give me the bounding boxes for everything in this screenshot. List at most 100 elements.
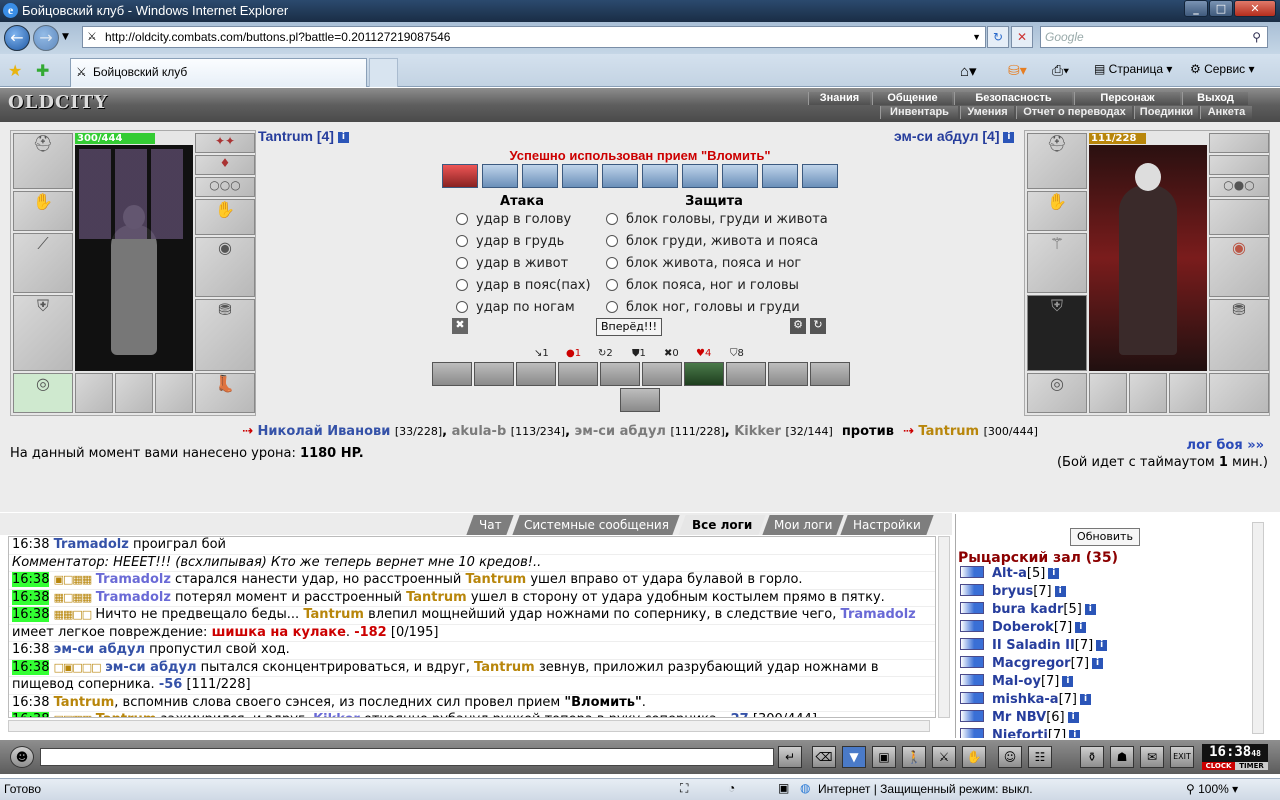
defense-option[interactable]: блок головы, груди и живота <box>606 212 828 227</box>
ability-button[interactable] <box>516 362 556 386</box>
character-icon[interactable]: ☗ <box>1110 746 1134 768</box>
weapon-slot[interactable]: ⟋ <box>13 233 73 293</box>
menu-social[interactable]: Общение <box>872 92 952 105</box>
menu-inventory[interactable]: Инвентарь <box>880 106 958 119</box>
tools-menu[interactable]: ⚙ Сервис ▾ <box>1190 62 1255 76</box>
page-menu[interactable]: ▤ Страница ▾ <box>1094 62 1172 76</box>
rune-slot-3[interactable] <box>1169 373 1207 413</box>
menu-skills[interactable]: Умения <box>960 106 1014 119</box>
player-list-item[interactable]: Mr NBV[6] i <box>960 710 1079 725</box>
player-name[interactable]: Macgregor <box>992 656 1071 671</box>
smile-face-icon[interactable]: ☻ <box>10 746 34 768</box>
radio-icon[interactable] <box>456 235 468 247</box>
info-icon[interactable]: i <box>1054 586 1066 597</box>
ability-button[interactable] <box>684 362 724 386</box>
ability-button[interactable] <box>474 362 514 386</box>
walk-icon[interactable]: 🚶 <box>902 746 926 768</box>
ability-button[interactable] <box>432 362 472 386</box>
player-left-name[interactable]: Tantrum [4] i <box>258 128 349 144</box>
player-list-item[interactable]: Macgregor[7] i <box>960 656 1104 671</box>
radio-icon[interactable] <box>606 235 618 247</box>
player-name[interactable]: Mr NBV <box>992 710 1046 725</box>
shield-slot[interactable]: ◉ <box>1209 237 1269 297</box>
info-icon[interactable]: i <box>1092 658 1104 669</box>
radio-icon[interactable] <box>456 279 468 291</box>
shield-slot[interactable]: ◉ <box>195 237 255 297</box>
info-icon[interactable]: i <box>1069 730 1081 738</box>
private-arrow-icon[interactable] <box>960 728 984 738</box>
chat-vertical-scrollbar[interactable] <box>938 536 950 718</box>
player-name-link[interactable]: Tantrum <box>91 712 157 717</box>
room-scrollbar[interactable] <box>1252 522 1264 734</box>
attack-option[interactable]: удар в пояс(пах) <box>456 278 591 293</box>
filter-icon[interactable]: ▼ <box>842 746 866 768</box>
battle-log-link[interactable]: лог боя »» <box>1187 438 1264 453</box>
player-name-link[interactable]: Tantrum <box>474 660 535 675</box>
zoom-control[interactable]: ⚲ 100% ▾ <box>1186 782 1238 796</box>
defense-option[interactable]: блок пояса, ног и головы <box>606 278 799 293</box>
exit-icon[interactable]: EXIT <box>1170 746 1194 768</box>
cancel-icon[interactable]: ✖ <box>452 318 468 334</box>
auto-icon[interactable]: ⚙ <box>790 318 806 334</box>
private-arrow-icon[interactable] <box>960 710 984 722</box>
private-arrow-icon[interactable] <box>960 602 984 614</box>
private-arrow-icon[interactable] <box>960 692 984 704</box>
player-name-link[interactable]: Tramadolz <box>54 537 129 552</box>
participant-name[interactable]: эм-си абдул <box>575 424 666 439</box>
info-icon[interactable]: i <box>1096 640 1108 651</box>
emoticon-icon[interactable]: ☺ <box>998 746 1022 768</box>
player-list-item[interactable]: Mal-oy[7] i <box>960 674 1074 689</box>
feeds-icon[interactable]: ⛁▾ <box>1008 62 1027 79</box>
info-icon[interactable]: i <box>337 132 349 143</box>
tab-settings[interactable]: Настройки <box>840 515 934 535</box>
defense-option[interactable]: блок живота, пояса и ног <box>606 256 801 271</box>
send-icon[interactable]: ↵ <box>778 746 802 768</box>
participant-name[interactable]: Николай Иванови <box>258 424 391 439</box>
ability-button[interactable] <box>600 362 640 386</box>
trick-button[interactable] <box>562 164 598 188</box>
refresh-icon[interactable]: ↻ <box>987 26 1009 48</box>
trick-button[interactable] <box>522 164 558 188</box>
radio-icon[interactable] <box>456 301 468 313</box>
trick-button[interactable] <box>482 164 518 188</box>
forward-button[interactable]: Вперёд!!! <box>596 318 662 336</box>
tab-chat[interactable]: Чат <box>466 515 514 535</box>
info-icon[interactable]: i <box>1080 694 1092 705</box>
info-icon[interactable]: i <box>1084 604 1096 615</box>
mail-icon[interactable]: ✉ <box>1140 746 1164 768</box>
player-name[interactable]: II Saladin II <box>992 638 1075 653</box>
print-icon[interactable]: ⎙▾ <box>1052 62 1069 79</box>
hand-icon[interactable]: ✋ <box>962 746 986 768</box>
player-name-link[interactable]: эм-си абдул <box>54 642 145 657</box>
belt-slot[interactable]: ◎ <box>1027 373 1087 413</box>
player-name-link[interactable]: Tramadolz <box>91 572 171 587</box>
player-name-link[interactable]: Tantrum <box>54 695 115 710</box>
weapon-slot[interactable]: ⚚ <box>1027 233 1087 293</box>
player-list-item[interactable]: Doberok[7] i <box>960 620 1087 635</box>
rings-slot[interactable]: ○●○ <box>1209 177 1269 197</box>
avatar-right[interactable] <box>1089 145 1207 371</box>
info-icon[interactable]: i <box>1067 712 1079 723</box>
rings-slot[interactable]: ○○○ <box>195 177 255 197</box>
private-arrow-icon[interactable] <box>960 584 984 596</box>
radio-icon[interactable] <box>606 301 618 313</box>
tab-active[interactable]: ⚔ Бойцовский клуб <box>70 58 367 87</box>
player-list-item[interactable]: bryus[7] i <box>960 584 1066 599</box>
ability-button[interactable] <box>810 362 850 386</box>
participant-name[interactable]: Kikker <box>734 424 781 439</box>
participant-name[interactable]: akula-b <box>452 424 507 439</box>
avatar-left[interactable] <box>75 145 193 371</box>
rune-slot-2[interactable] <box>115 373 153 413</box>
stop-icon[interactable]: ✕ <box>1011 26 1033 48</box>
player-name[interactable]: bryus <box>992 584 1033 599</box>
player-name[interactable]: mishka-a <box>992 692 1059 707</box>
participant-name[interactable]: Tantrum <box>918 424 979 439</box>
save-icon[interactable]: ▣ <box>872 746 896 768</box>
player-name[interactable]: Doberok <box>992 620 1054 635</box>
attack-option[interactable]: удар в грудь <box>456 234 564 249</box>
back-icon[interactable]: ← <box>4 25 30 51</box>
player-name-link[interactable]: Tantrum <box>303 607 364 622</box>
address-bar[interactable]: ⚔ http://oldcity.combats.com/buttons.pl?… <box>82 26 986 48</box>
rune-slot-1[interactable] <box>75 373 113 413</box>
trick-button[interactable] <box>722 164 758 188</box>
